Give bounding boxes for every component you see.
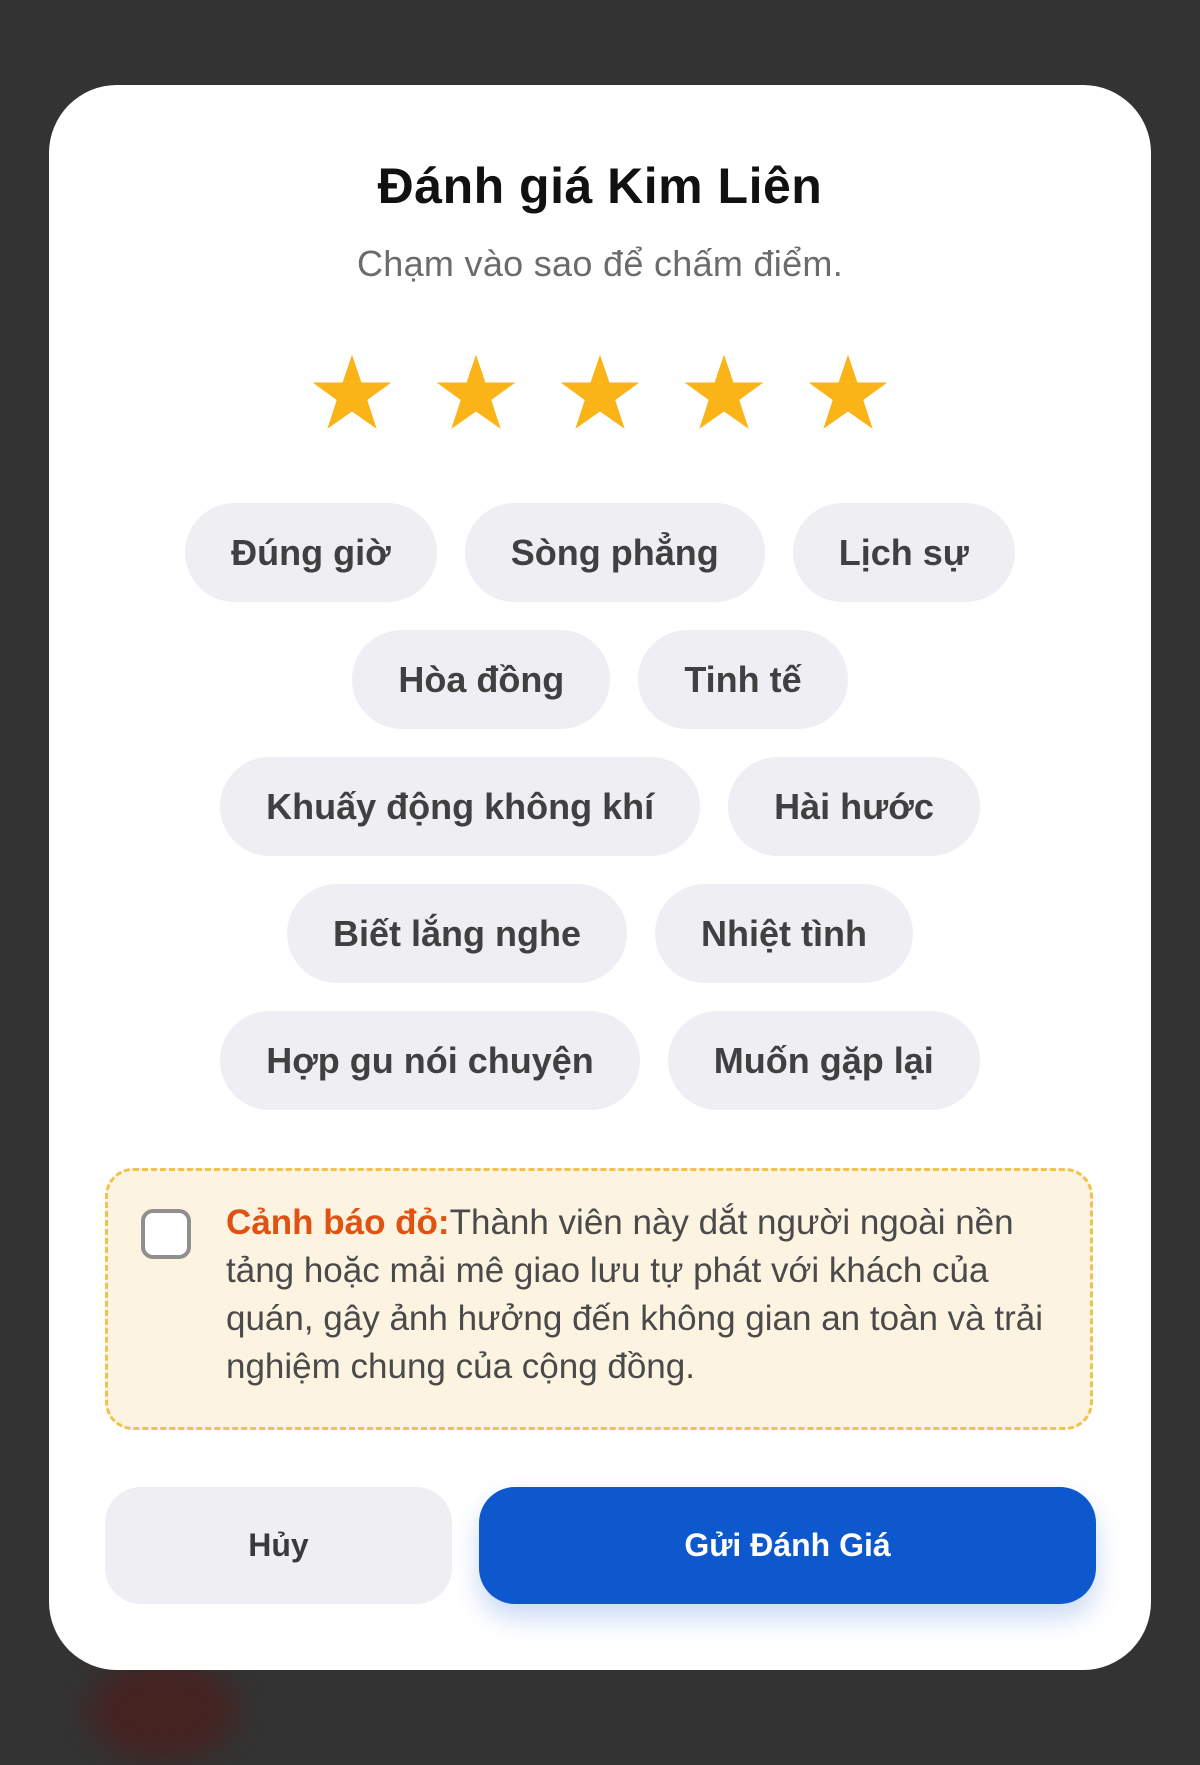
background-blur-shape <box>88 1660 238 1760</box>
dialog-subtitle: Chạm vào sao để chấm điểm. <box>356 243 844 284</box>
star-icon[interactable] <box>682 353 766 437</box>
dialog-title: Đánh giá Kim Liên <box>377 158 823 214</box>
rating-dialog: Đánh giá Kim Liên Chạm vào sao để chấm đ… <box>49 85 1151 1670</box>
tag-chip[interactable]: Khuấy động không khí <box>220 757 701 856</box>
tag-chip[interactable]: Hài hước <box>728 757 980 856</box>
star-rating <box>49 353 1151 437</box>
star-icon[interactable] <box>310 353 394 437</box>
warning-message: Cảnh báo đỏ:Thành viên này dắt người ngo… <box>226 1199 1054 1391</box>
tag-chip[interactable]: Hợp gu nói chuyện <box>220 1011 640 1110</box>
star-icon[interactable] <box>434 353 518 437</box>
tag-chip[interactable]: Tinh tế <box>638 630 848 729</box>
star-icon[interactable] <box>806 353 890 437</box>
tag-chip[interactable]: Sòng phẳng <box>464 503 765 602</box>
tag-chip-group: Đúng giờ Sòng phẳng Lịch sự Hòa đồng Tin… <box>109 503 1091 1110</box>
tag-chip[interactable]: Muốn gặp lại <box>667 1011 980 1110</box>
tag-chip[interactable]: Lịch sự <box>792 503 1015 602</box>
warning-label: Cảnh báo đỏ: <box>226 1203 450 1242</box>
red-flag-checkbox[interactable] <box>141 1209 191 1259</box>
tag-chip[interactable]: Đúng giờ <box>185 503 437 602</box>
tag-chip[interactable]: Nhiệt tình <box>655 884 913 983</box>
tag-chip[interactable]: Hòa đồng <box>352 630 611 729</box>
star-icon[interactable] <box>558 353 642 437</box>
cancel-button[interactable]: Hủy <box>105 1487 452 1604</box>
submit-rating-button[interactable]: Gửi Đánh Giá <box>479 1487 1096 1604</box>
red-flag-warning-box: Cảnh báo đỏ:Thành viên này dắt người ngo… <box>105 1168 1093 1430</box>
tag-chip[interactable]: Biết lắng nghe <box>287 884 628 983</box>
